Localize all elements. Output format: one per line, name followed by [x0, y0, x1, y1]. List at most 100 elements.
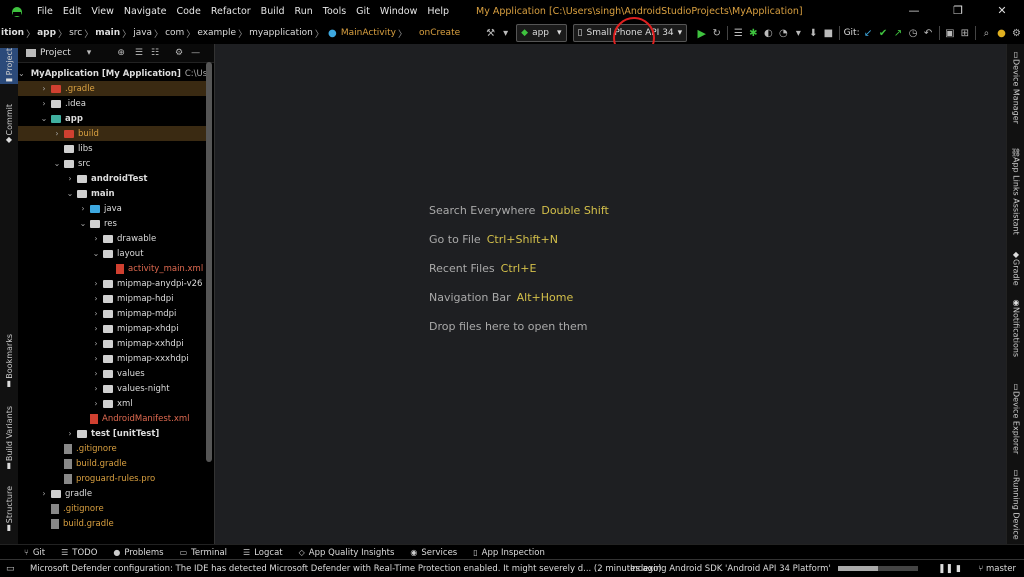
tree-item[interactable]: ⌄ MyApplication [My Application] C:\Use	[18, 66, 212, 81]
chevron-right-icon[interactable]: ›	[78, 204, 88, 213]
tool-window-running-devices[interactable]: ▯ Running Device	[1007, 468, 1024, 540]
tree-item[interactable]: activity_main.xml	[18, 261, 208, 276]
breadcrumb-on-create[interactable]: onCreate	[418, 28, 461, 38]
chevron-down-icon[interactable]: ⌄	[78, 219, 88, 228]
breadcrumb-src[interactable]: src	[68, 28, 83, 38]
tab-app-inspection[interactable]: ▯ App Inspection	[473, 548, 545, 558]
ide-update-icon[interactable]: ●	[996, 25, 1007, 41]
tree-item[interactable]: build.gradle	[18, 516, 208, 531]
tree-item[interactable]: › mipmap-xxxhdpi	[18, 351, 208, 366]
menu-git[interactable]: Git	[351, 6, 375, 17]
debug-icon[interactable]: ✱	[748, 25, 759, 41]
chevron-right-icon[interactable]: ›	[91, 234, 101, 243]
chevron-down-icon[interactable]: ▾	[793, 25, 804, 41]
restore-icon[interactable]: ❐	[936, 0, 980, 22]
expand-all-icon[interactable]: ☰	[135, 48, 143, 58]
toggle-tool-windows-icon[interactable]: ▭	[6, 564, 15, 574]
menu-edit[interactable]: Edit	[58, 6, 86, 17]
tool-window-notifications[interactable]: ◉ Notifications	[1007, 298, 1024, 357]
menu-help[interactable]: Help	[422, 6, 454, 17]
menu-navigate[interactable]: Navigate	[119, 6, 172, 17]
tree-item[interactable]: › values	[18, 366, 208, 381]
breadcrumb-main[interactable]: main	[94, 28, 121, 38]
chevron-down-icon[interactable]: ⌄	[65, 189, 75, 198]
chevron-right-icon[interactable]: ›	[65, 429, 75, 438]
close-icon[interactable]: ✕	[980, 0, 1024, 22]
tab-app-quality-insights[interactable]: ◇ App Quality Insights	[299, 548, 395, 558]
tree-item[interactable]: ⌄ main	[18, 186, 208, 201]
breadcrumb-example[interactable]: example	[196, 28, 237, 38]
profiler-icon[interactable]: ◔	[778, 25, 789, 41]
editor-empty-area[interactable]: Search Everywhere Double Shift Go to File…	[215, 44, 1006, 544]
breadcrumb-java[interactable]: java	[132, 28, 153, 38]
tree-item[interactable]: › gradle	[18, 486, 208, 501]
tree-item[interactable]: › java	[18, 201, 208, 216]
menu-window[interactable]: Window	[375, 6, 422, 17]
chevron-down-icon[interactable]: ⌄	[91, 249, 101, 258]
tree-item[interactable]: › build	[18, 126, 208, 141]
chevron-right-icon[interactable]: ›	[91, 324, 101, 333]
tool-window-project[interactable]: Project ▬	[0, 48, 18, 85]
tree-item[interactable]: ⌄ app	[18, 111, 208, 126]
tree-item[interactable]: › values-night	[18, 381, 208, 396]
chevron-right-icon[interactable]: ›	[91, 399, 101, 408]
status-message[interactable]: Microsoft Defender configuration: The ID…	[30, 564, 662, 574]
attach-debugger-icon[interactable]: ◐	[763, 25, 774, 41]
locate-icon[interactable]: ⊕	[117, 48, 125, 58]
menu-build[interactable]: Build	[256, 6, 290, 17]
history-icon[interactable]: ◷	[908, 25, 919, 41]
tab-services[interactable]: ◉ Services	[410, 548, 457, 558]
minimize-icon[interactable]: —	[892, 0, 936, 22]
collapse-all-icon[interactable]: ☷	[151, 48, 159, 58]
memory-indicator-icon[interactable]: ▮	[956, 564, 961, 574]
tree-item[interactable]: › mipmap-xhdpi	[18, 321, 208, 336]
tool-window-structure[interactable]: Structure ▮	[0, 486, 18, 532]
settings-icon[interactable]: ⚙	[1011, 25, 1022, 41]
tab-todo[interactable]: ☰ TODO	[61, 548, 97, 558]
tab-terminal[interactable]: ▭ Terminal	[180, 548, 227, 558]
git-branch-status[interactable]: ⑂ master	[978, 564, 1016, 574]
breadcrumb-app[interactable]: app	[36, 28, 57, 38]
tree-item[interactable]: › .gradle	[18, 81, 208, 96]
chevron-right-icon[interactable]: ›	[91, 384, 101, 393]
tree-item[interactable]: › mipmap-mdpi	[18, 306, 208, 321]
menu-code[interactable]: Code	[171, 6, 205, 17]
chevron-down-icon[interactable]: ⌄	[18, 69, 25, 78]
menu-refactor[interactable]: Refactor	[206, 6, 256, 17]
breadcrumb-com[interactable]: com	[164, 28, 185, 38]
stop-icon[interactable]: ■	[823, 25, 834, 41]
rollback-icon[interactable]: ↶	[923, 25, 934, 41]
git-update-icon[interactable]: ↙	[863, 25, 874, 41]
tree-item[interactable]: › androidTest	[18, 171, 208, 186]
tree-item[interactable]: .gitignore	[18, 501, 208, 516]
run-icon[interactable]: ▶	[696, 25, 707, 41]
tool-window-bookmarks[interactable]: Bookmarks ▮	[0, 334, 18, 388]
sync-icon[interactable]: ⬇	[808, 25, 819, 41]
chevron-right-icon[interactable]: ›	[91, 294, 101, 303]
menu-tools[interactable]: Tools	[318, 6, 351, 17]
tree-item[interactable]: libs	[18, 141, 208, 156]
project-tree-scrollbar[interactable]	[206, 62, 212, 462]
chevron-down-icon[interactable]: ▾	[500, 25, 511, 41]
hide-icon[interactable]: —	[191, 48, 200, 58]
breadcrumb-project[interactable]: ition	[0, 28, 25, 38]
chevron-right-icon[interactable]: ›	[65, 174, 75, 183]
chevron-right-icon[interactable]: ›	[91, 354, 101, 363]
rerun-icon[interactable]: ↻	[711, 25, 722, 41]
tree-item[interactable]: › .idea	[18, 96, 208, 111]
tree-item[interactable]: › mipmap-xxhdpi	[18, 336, 208, 351]
tool-window-build-variants[interactable]: Build Variants ▮	[0, 406, 18, 470]
breadcrumb-myapplication[interactable]: myapplication	[248, 28, 314, 38]
menu-view[interactable]: View	[86, 6, 119, 17]
tool-window-device-manager[interactable]: ▯ Device Manager	[1007, 50, 1024, 124]
tool-window-commit[interactable]: Commit ◆	[0, 104, 18, 144]
menu-file[interactable]: File	[32, 6, 58, 17]
tool-window-gradle[interactable]: ◆ Gradle	[1007, 250, 1024, 286]
tree-item[interactable]: › test [unitTest]	[18, 426, 208, 441]
menu-run[interactable]: Run	[290, 6, 318, 17]
tree-item[interactable]: ⌄ layout	[18, 246, 208, 261]
hammer-icon[interactable]: ⚒	[485, 25, 496, 41]
tree-item[interactable]: ⌄ res	[18, 216, 208, 231]
chevron-right-icon[interactable]: ›	[91, 369, 101, 378]
pause-icon[interactable]: ❚❚	[938, 564, 953, 574]
